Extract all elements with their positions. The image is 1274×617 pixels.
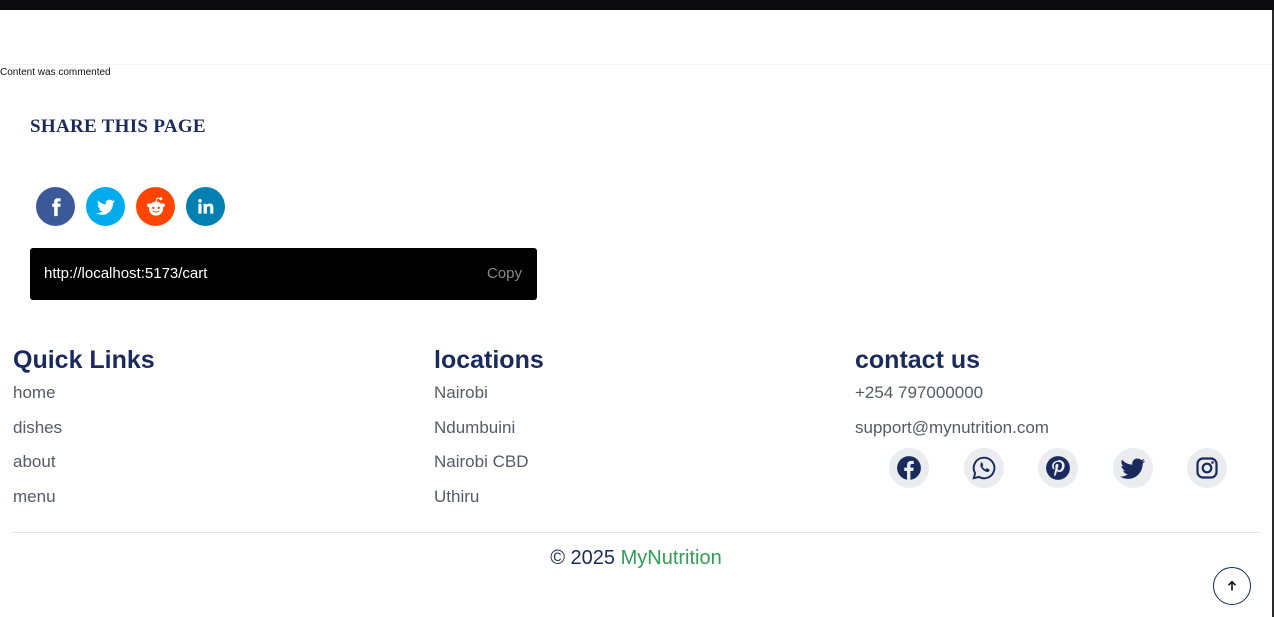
pinterest-link[interactable] [1038, 448, 1078, 488]
reddit-icon [146, 196, 165, 216]
locations-section: locations Nairobi Ndumbuini Nairobi CBD … [434, 345, 544, 521]
copy-button[interactable]: Copy [487, 265, 522, 282]
contact-title: contact us [855, 346, 981, 374]
share-title: SHARE THIS PAGE [30, 116, 206, 137]
link-menu[interactable]: menu [13, 487, 56, 506]
locations-title: locations [434, 346, 544, 374]
facebook-icon [897, 456, 921, 480]
arrow-up-icon [1227, 580, 1237, 591]
twitter-icon [95, 199, 115, 215]
social-links [889, 448, 1227, 488]
twitter-share-button[interactable] [86, 187, 125, 226]
contact-email[interactable]: support@mynutrition.com [855, 418, 1049, 437]
instagram-link[interactable] [1187, 448, 1227, 488]
facebook-share-button[interactable] [36, 187, 75, 226]
location-uthiru[interactable]: Uthiru [434, 487, 479, 506]
comment-note: Content was commented [0, 67, 111, 78]
scroll-to-top-button[interactable] [1213, 567, 1251, 605]
location-nairobi-cbd[interactable]: Nairobi CBD [434, 452, 528, 471]
location-nairobi[interactable]: Nairobi [434, 383, 488, 402]
content-area [0, 10, 1272, 65]
instagram-icon [1196, 457, 1218, 479]
link-about[interactable]: about [13, 452, 56, 471]
share-url-text: http://localhost:5173/cart [44, 265, 208, 282]
link-dishes[interactable]: dishes [13, 418, 62, 437]
link-home[interactable]: home [13, 383, 56, 402]
location-ndumbuini[interactable]: Ndumbuini [434, 418, 515, 437]
linkedin-share-button[interactable] [186, 187, 225, 226]
copyright-text: © 2025 [550, 547, 621, 569]
copyright: © 2025 MyNutrition [0, 547, 1272, 570]
facebook-icon [51, 197, 61, 216]
top-bar [0, 0, 1274, 10]
quick-links-title: Quick Links [13, 346, 155, 374]
pinterest-icon [1046, 456, 1070, 480]
whatsapp-link[interactable] [963, 448, 1004, 488]
facebook-link[interactable] [889, 448, 929, 488]
twitter-icon [1119, 458, 1145, 479]
whatsapp-icon [971, 456, 995, 480]
footer-divider [12, 532, 1260, 533]
share-url-box: http://localhost:5173/cart Copy [30, 248, 537, 300]
linkedin-icon [198, 198, 214, 214]
share-icons [36, 187, 225, 226]
twitter-link[interactable] [1112, 448, 1153, 488]
reddit-share-button[interactable] [136, 187, 175, 226]
contact-section: contact us +254 797000000 support@mynutr… [855, 345, 1049, 452]
brand-name: MyNutrition [620, 547, 722, 569]
quick-links-section: Quick Links home dishes about menu [13, 345, 155, 521]
contact-phone[interactable]: +254 797000000 [855, 383, 983, 402]
